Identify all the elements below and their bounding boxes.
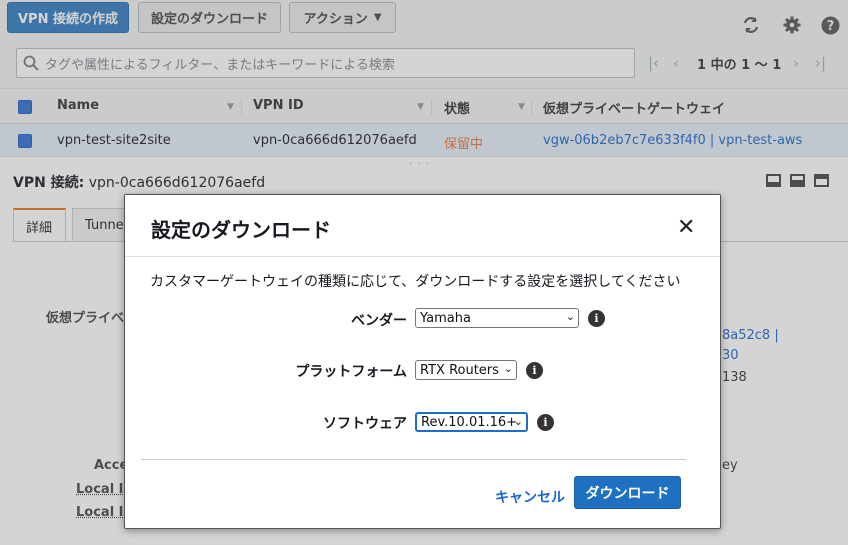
vendor-label: ベンダー [351, 313, 407, 329]
cancel-button[interactable]: キャンセル [495, 487, 565, 507]
download-config-modal: 設定のダウンロード ✕ カスタマーゲートウェイの種類に応じて、ダウンロードする設… [124, 194, 721, 529]
info-icon[interactable]: i [537, 414, 554, 431]
platform-select[interactable]: RTX Routers ⌄ [415, 360, 517, 380]
software-select[interactable]: Rev.10.01.16+ ⌄ [415, 412, 528, 432]
vendor-select[interactable]: Yamaha ⌄ [415, 308, 579, 328]
chevron-down-icon: ⌄ [565, 310, 575, 323]
chevron-down-icon: ⌄ [503, 362, 513, 375]
software-value: Rev.10.01.16+ [421, 414, 518, 430]
chevron-down-icon: ⌄ [513, 415, 523, 428]
download-button-label: ダウンロード [585, 485, 670, 502]
modal-title: 設定のダウンロード [151, 218, 331, 242]
download-button[interactable]: ダウンロード [574, 476, 681, 509]
close-icon[interactable]: ✕ [677, 217, 695, 239]
platform-value: RTX Routers [420, 362, 499, 378]
platform-label: プラットフォーム [295, 364, 407, 380]
vendor-value: Yamaha [420, 310, 471, 326]
info-icon[interactable]: i [526, 362, 543, 379]
modal-header: 設定のダウンロード ✕ [125, 195, 720, 257]
modal-description: カスタマーゲートウェイの種類に応じて、ダウンロードする設定を選択してください [150, 274, 681, 290]
software-label: ソフトウェア [323, 416, 407, 432]
info-icon[interactable]: i [588, 310, 605, 327]
modal-divider [141, 459, 686, 460]
